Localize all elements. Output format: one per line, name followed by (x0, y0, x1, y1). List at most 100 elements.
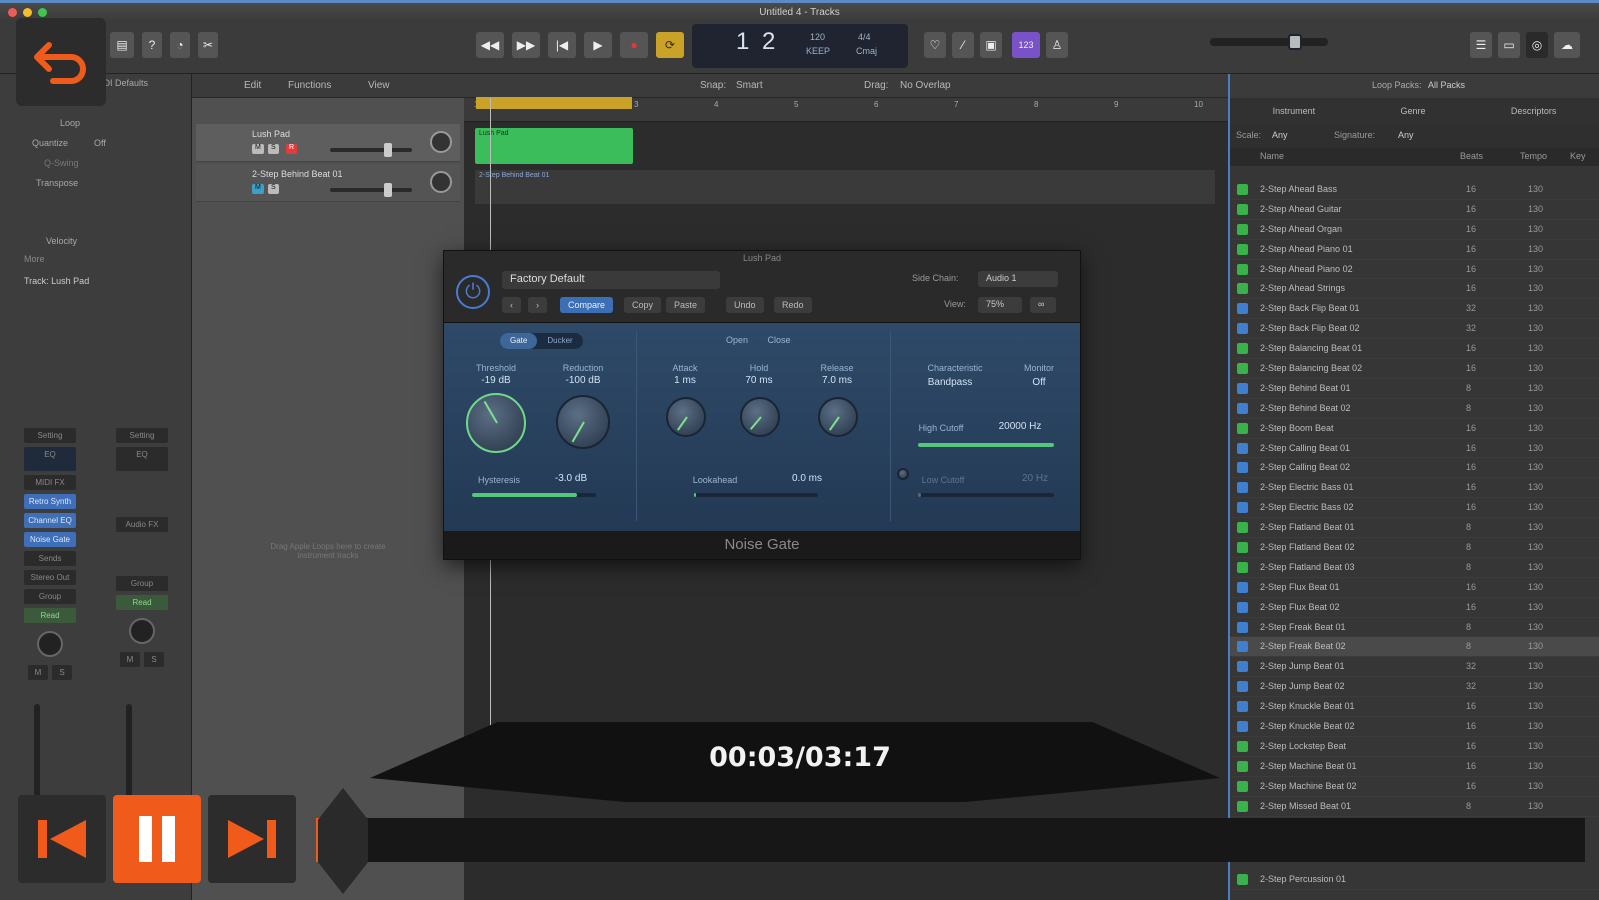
col-name[interactable]: Name (1260, 151, 1284, 161)
list-item[interactable]: 2-Step Balancing Beat 02 16 130 (1230, 359, 1599, 379)
list-item[interactable]: 2-Step Flatland Beat 02 8 130 (1230, 538, 1599, 558)
output-slot[interactable]: Stereo Out (24, 570, 76, 585)
track-volume-slider[interactable] (330, 143, 412, 157)
list-item[interactable]: 2-Step Balancing Beat 01 16 130 (1230, 339, 1599, 360)
compare-button[interactable]: Compare (560, 297, 614, 313)
solo-button[interactable]: S (52, 665, 72, 680)
list-item[interactable]: 2-Step Ahead Organ 16 130 (1230, 220, 1599, 240)
scale-menu[interactable]: Any (1272, 130, 1288, 140)
instrument-slot[interactable]: Retro Synth (24, 494, 76, 509)
progress-track[interactable] (360, 818, 1585, 862)
loop-list[interactable]: 2-Step Ahead Bass 16 130 2-Step Ahead Guita… (1230, 180, 1599, 817)
channel-eq-slot[interactable]: Channel EQ (24, 513, 76, 528)
gate-tab[interactable]: Gate (500, 333, 538, 349)
lookahead-slider[interactable] (694, 493, 818, 497)
list-item[interactable]: 2-Step Machine Beat 02 16 130 (1230, 777, 1599, 797)
list-item[interactable]: 2-Step Freak Beat 01 8 130 (1230, 618, 1599, 638)
power-icon[interactable]: ⏻ (456, 275, 490, 309)
hysteresis-slider[interactable] (472, 493, 596, 497)
view-menu[interactable]: View (368, 80, 390, 91)
track-pan-knob[interactable] (430, 131, 452, 153)
edit-menu[interactable]: Edit (244, 80, 261, 91)
mute-button[interactable]: M (252, 184, 264, 194)
go-to-start-button[interactable]: |◀ (548, 32, 576, 58)
list-item[interactable]: 2-Step Back Flip Beat 01 32 130 (1230, 299, 1599, 320)
list-editors-button[interactable]: ☰ (1470, 32, 1492, 58)
characteristic-menu[interactable]: Bandpass (910, 377, 990, 388)
volume-fader[interactable] (126, 704, 132, 804)
list-item[interactable]: 2-Step Flatland Beat 03 8 130 (1230, 558, 1599, 578)
solo-button[interactable]: S (144, 652, 164, 667)
list-item[interactable]: 2-Step Ahead Piano 02 16 130 (1230, 260, 1599, 280)
list-item[interactable]: 2-Step Ahead Piano 01 16 130 (1230, 240, 1599, 260)
side-chain-menu[interactable]: Audio 1 (978, 271, 1058, 287)
setting-button[interactable]: Setting (24, 428, 76, 443)
sends-slot[interactable]: Sends (24, 551, 76, 566)
list-item[interactable]: 2-Step Ahead Bass 16 130 (1230, 180, 1599, 200)
redo-button[interactable]: Redo (774, 297, 812, 313)
ducker-tab[interactable]: Ducker (537, 333, 582, 349)
col-tempo[interactable]: Tempo (1520, 151, 1547, 161)
lcd-display[interactable]: 1 2 120 KEEP 4/4 Cmaj (692, 24, 908, 68)
library-button[interactable]: ▤ (110, 32, 134, 58)
help-button[interactable]: ? (142, 32, 162, 58)
preset-menu[interactable]: Factory Default (502, 271, 720, 289)
list-item[interactable]: 2-Step Machine Beat 01 16 130 (1230, 757, 1599, 777)
mode-switch[interactable]: Gate Ducker (500, 333, 583, 349)
solo-button[interactable]: S (268, 144, 279, 154)
count-in-button[interactable]: ⁄ (952, 32, 974, 58)
cycle-button[interactable]: ⟳ (656, 32, 684, 58)
loop-browser-button[interactable]: ◎ (1526, 32, 1548, 58)
undo-button[interactable]: Undo (726, 297, 764, 313)
list-item[interactable]: 2-Step Knuckle Beat 02 16 130 (1230, 717, 1599, 737)
list-item[interactable]: 2-Step Jump Beat 02 32 130 (1230, 677, 1599, 698)
next-preset-button[interactable]: › (528, 297, 547, 313)
list-item[interactable]: 2-Step Electric Bass 01 16 130 (1230, 478, 1599, 499)
list-item[interactable]: 2-Step Flux Beat 02 16 130 (1230, 598, 1599, 618)
release-knob[interactable] (818, 397, 858, 437)
cycle-area[interactable] (476, 97, 632, 109)
volume-fader[interactable] (34, 704, 40, 804)
audio-fx-slot[interactable]: Audio FX (116, 517, 168, 532)
back-button[interactable] (16, 18, 106, 106)
hold-knob[interactable] (740, 397, 780, 437)
browsers-button[interactable]: ☁ (1554, 32, 1580, 58)
col-beats[interactable]: Beats (1460, 151, 1483, 161)
signature-menu[interactable]: Any (1398, 130, 1414, 140)
track-volume-slider[interactable] (330, 183, 412, 197)
list-item[interactable]: 2-Step Ahead Guitar 16 130 (1230, 200, 1599, 220)
rewind-button[interactable]: ◀◀ (476, 32, 504, 58)
paste-button[interactable]: Paste (666, 297, 706, 313)
track-volume-knob[interactable] (384, 143, 392, 157)
monitor-toggle[interactable]: Off (1004, 377, 1074, 388)
track-header[interactable]: Track: Lush Pad (24, 276, 89, 286)
midi-region[interactable]: Lush Pad (475, 128, 633, 164)
loop-packs-menu[interactable]: All Packs (1428, 80, 1465, 90)
link-icon[interactable]: ∞ (1030, 297, 1056, 313)
threshold-knob[interactable] (466, 393, 526, 453)
automation-read[interactable]: Read (116, 595, 168, 610)
automation-read[interactable]: Read (24, 608, 76, 623)
track-2-step-behind-beat[interactable]: 2-Step Behind Beat 01 M S (196, 164, 460, 202)
list-item[interactable]: 2-Step Flux Beat 01 16 130 (1230, 578, 1599, 598)
master-volume-slider[interactable] (1210, 34, 1328, 50)
list-item[interactable]: 2-Step Flatland Beat 01 8 130 (1230, 518, 1599, 539)
list-item[interactable]: 2-Step Ahead Strings 16 130 (1230, 279, 1599, 300)
smart-controls-button[interactable]: ◔ (170, 32, 190, 58)
reduction-knob[interactable] (556, 395, 610, 449)
tab-genre[interactable]: Genre (1401, 106, 1426, 116)
list-item[interactable]: 2-Step Lockstep Beat 16 130 (1230, 737, 1599, 757)
metronome-toggle[interactable]: ▣ (980, 32, 1002, 58)
list-item[interactable]: 2-Step Missed Beat 01 8 130 (1230, 797, 1599, 817)
mute-button[interactable]: M (252, 144, 264, 154)
functions-menu[interactable]: Functions (288, 80, 331, 91)
eq-display[interactable]: EQ (24, 447, 76, 471)
midi-fx-slot[interactable]: MIDI FX (24, 475, 76, 490)
list-item[interactable]: 2-Step Back Flip Beat 02 32 130 (1230, 319, 1599, 340)
setting-button[interactable]: Setting (116, 428, 168, 443)
drag-value[interactable]: No Overlap (900, 80, 951, 91)
list-item[interactable]: 2-Step Behind Beat 01 8 130 (1230, 379, 1599, 399)
forward-button[interactable]: ▶▶ (512, 32, 540, 58)
list-item[interactable]: 2-Step Boom Beat 16 130 (1230, 419, 1599, 439)
previous-button[interactable] (18, 795, 106, 883)
